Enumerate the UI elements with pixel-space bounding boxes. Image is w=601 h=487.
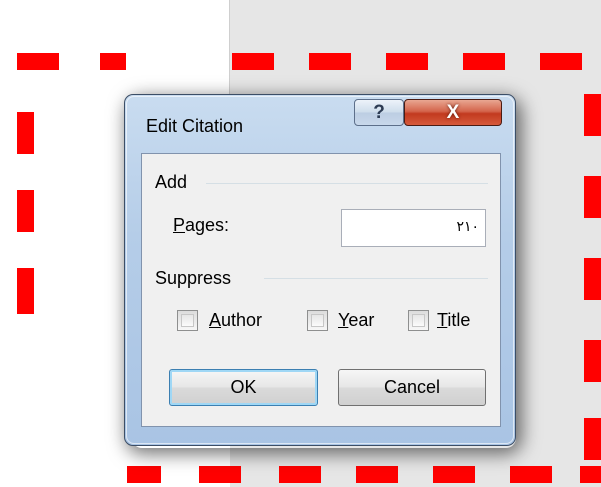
help-icon: ? <box>373 102 385 123</box>
annotation-dash <box>584 94 601 136</box>
pages-label: Pages: <box>173 215 229 236</box>
annotation-dash <box>17 190 34 232</box>
suppress-group-divider <box>264 278 488 279</box>
annotation-dash <box>510 466 552 483</box>
annotation-dash <box>199 466 241 483</box>
annotation-dash <box>584 176 601 218</box>
annotation-dash <box>580 466 601 483</box>
close-icon: X <box>446 102 460 123</box>
annotation-dash <box>100 53 126 70</box>
year-checkbox[interactable] <box>307 310 328 331</box>
annotation-dash <box>279 466 321 483</box>
annotation-dash <box>17 268 34 314</box>
close-button[interactable]: X <box>404 99 502 126</box>
annotation-dash <box>584 258 601 300</box>
add-group-label: Add <box>155 172 188 192</box>
annotation-dash <box>463 53 505 70</box>
cancel-button[interactable]: Cancel <box>338 369 486 406</box>
help-button[interactable]: ? <box>354 99 404 126</box>
annotation-dash <box>540 53 582 70</box>
annotation-dash <box>17 112 34 154</box>
annotation-dash <box>17 53 59 70</box>
author-checkbox[interactable] <box>177 310 198 331</box>
add-group-divider <box>206 183 488 184</box>
year-label[interactable]: Year <box>338 310 374 331</box>
ok-button[interactable]: OK <box>169 369 318 406</box>
annotation-dash <box>309 53 351 70</box>
title-checkbox[interactable] <box>408 310 429 331</box>
year-label-text: ear <box>348 310 375 330</box>
annotation-dash <box>584 340 601 382</box>
annotation-dash <box>232 53 274 70</box>
title-label[interactable]: Title <box>437 310 470 331</box>
pages-input[interactable]: ٢١٠ <box>341 209 486 247</box>
annotation-dash <box>433 466 475 483</box>
title-access-key: T <box>437 310 448 330</box>
annotation-dash <box>356 466 398 483</box>
pages-label-text: ages: <box>185 215 230 235</box>
author-access-key: A <box>209 310 222 330</box>
annotation-dash <box>386 53 428 70</box>
pages-access-key: P <box>173 215 186 235</box>
annotation-dash <box>584 418 601 460</box>
year-access-key: Y <box>338 310 349 330</box>
author-label-text: uthor <box>221 310 263 330</box>
suppress-group-label: Suppress <box>155 268 232 288</box>
title-label-text: itle <box>447 310 471 330</box>
dialog-title: Edit Citation <box>146 116 244 136</box>
author-label[interactable]: Author <box>209 310 262 331</box>
annotation-dash <box>127 466 161 483</box>
